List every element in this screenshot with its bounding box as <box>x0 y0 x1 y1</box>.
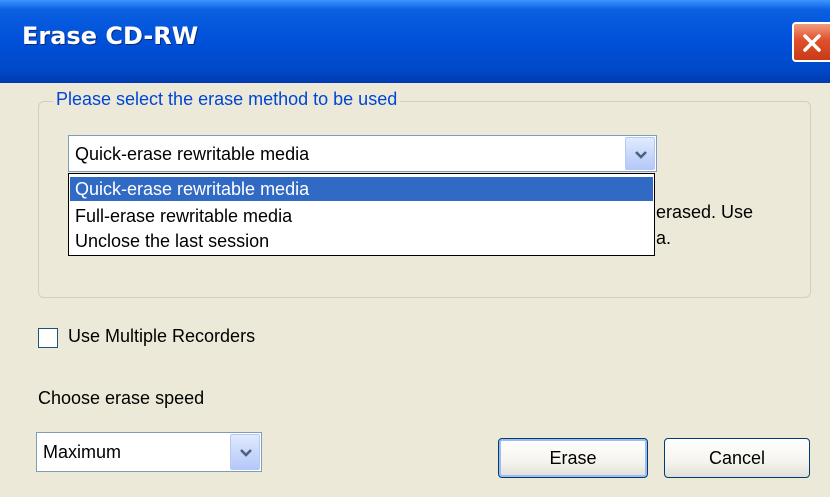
erase-method-description-line2: a. <box>656 228 672 248</box>
erase-speed-dropdown-button[interactable] <box>230 434 260 470</box>
erase-button[interactable]: Erase <box>498 438 648 478</box>
erase-method-legend: Please select the erase method to be use… <box>53 89 401 110</box>
dropdown-option-quick-erase[interactable]: Quick-erase rewritable media <box>70 177 653 201</box>
erase-method-dropdown-list: Quick-erase rewritable media Full-erase … <box>68 173 655 256</box>
window-title: Erase CD-RW <box>22 22 199 50</box>
erase-method-dropdown-button[interactable] <box>625 137 655 170</box>
erase-speed-label: Choose erase speed <box>38 388 205 408</box>
dropdown-option-full-erase[interactable]: Full-erase rewritable media <box>70 204 653 228</box>
chevron-down-icon <box>635 151 647 159</box>
erase-cdrw-dialog: Erase CD-RW Please select the erase meth… <box>0 0 830 497</box>
cancel-button[interactable]: Cancel <box>664 438 810 478</box>
erase-speed-selected-value: Maximum <box>43 442 122 462</box>
erase-speed-combobox[interactable]: Maximum <box>36 432 262 472</box>
use-multiple-recorders-label[interactable]: Use Multiple Recorders <box>68 326 255 347</box>
erase-method-description-line1: erased. Use <box>656 202 754 222</box>
erase-method-combobox[interactable]: Quick-erase rewritable media <box>68 135 657 172</box>
close-icon <box>803 34 821 52</box>
close-button[interactable] <box>792 22 830 62</box>
chevron-down-icon <box>240 449 252 457</box>
use-multiple-recorders-checkbox[interactable] <box>38 328 58 348</box>
erase-method-selected-value: Quick-erase rewritable media <box>75 144 310 164</box>
dropdown-option-unclose-session[interactable]: Unclose the last session <box>70 229 653 253</box>
title-bar[interactable]: Erase CD-RW <box>0 0 830 83</box>
